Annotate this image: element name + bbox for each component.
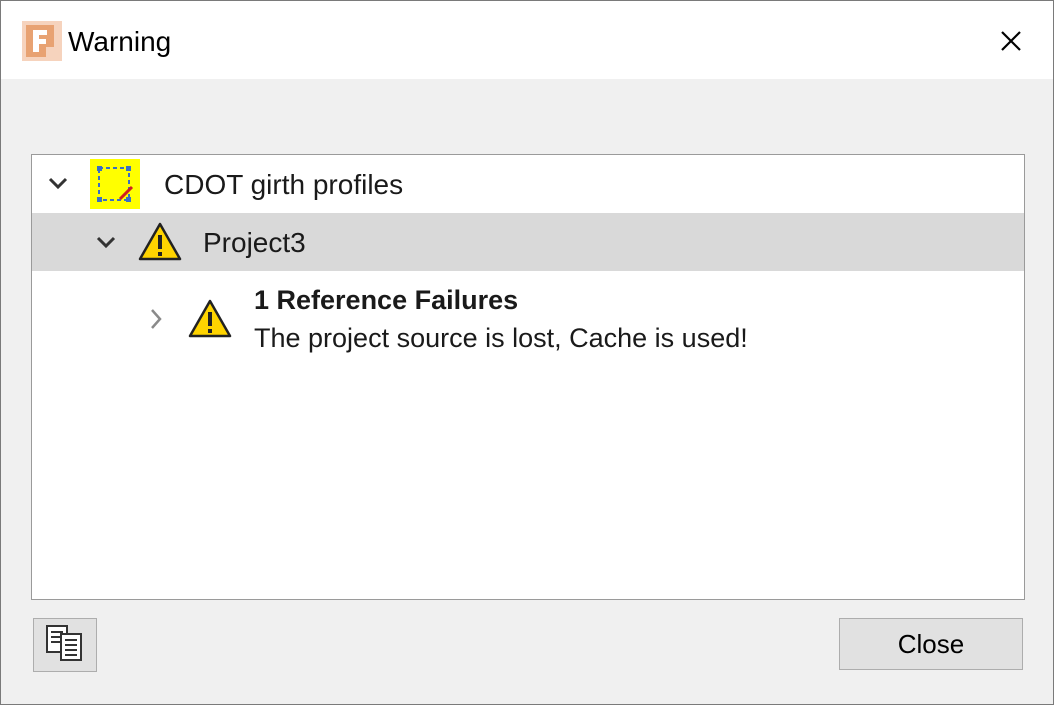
window-title: Warning — [68, 26, 172, 57]
chevron-down-icon[interactable] — [46, 171, 70, 195]
close-icon[interactable] — [991, 21, 1031, 61]
title-bar: Warning — [1, 1, 1053, 79]
model-file-icon — [90, 159, 140, 209]
chevron-down-icon[interactable] — [94, 230, 118, 254]
app-logo-icon — [22, 21, 62, 61]
failure-title: 1 Reference Failures — [254, 285, 519, 315]
copy-details-button[interactable] — [33, 618, 97, 672]
warning-dialog: Warning CDOT girth profiles Project3 1 R… — [0, 0, 1054, 705]
warning-icon — [138, 222, 182, 262]
warning-tree[interactable]: CDOT girth profiles Project3 1 Reference… — [31, 154, 1025, 600]
tree-item-label: CDOT girth profiles — [164, 169, 404, 200]
tree-item-project[interactable]: Project3 — [32, 213, 1024, 271]
tree-item-label: Project3 — [203, 227, 306, 258]
copy-details-icon — [45, 624, 85, 667]
chevron-right-icon[interactable] — [144, 307, 168, 331]
close-button[interactable]: Close — [839, 618, 1023, 670]
failure-message: The project source is lost, Cache is use… — [254, 323, 748, 353]
tree-item-reference-failure[interactable]: 1 Reference Failures The project source … — [32, 271, 1024, 371]
warning-icon — [188, 299, 232, 339]
tree-item-model[interactable]: CDOT girth profiles — [32, 155, 1024, 213]
